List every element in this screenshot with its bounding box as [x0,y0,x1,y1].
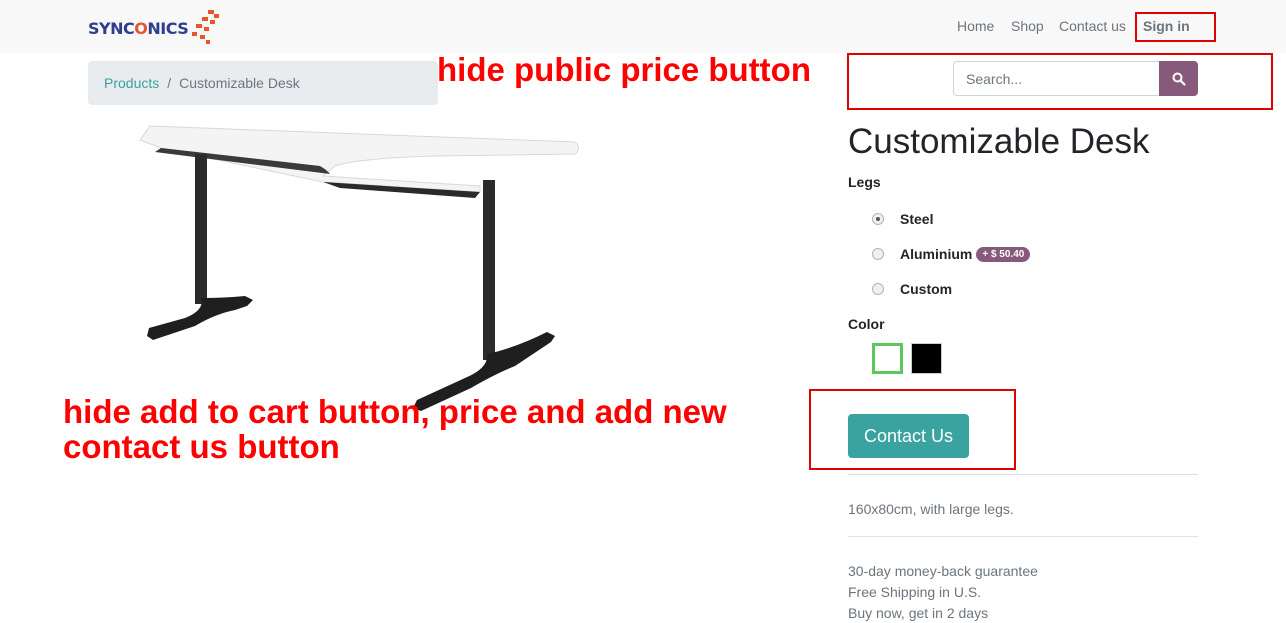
annotation-cart-note-1: hide add to cart button, price and add n… [63,393,727,430]
breadcrumb-products-link[interactable]: Products [104,75,159,91]
product-title: Customizable Desk [848,122,1150,161]
nav-shop[interactable]: Shop [1011,18,1044,34]
annotation-price-note: hide public price button [437,51,811,88]
nav-home[interactable]: Home [957,18,994,34]
annotation-box-search [847,53,1273,110]
legs-label: Legs [848,174,881,190]
top-navbar: SYNCONICS Home Shop Contact us Sign in [0,0,1286,53]
logo-dots-icon [192,10,219,44]
synconics-logo[interactable]: SYNCONICS [88,10,223,46]
divider [848,474,1198,475]
legs-option-custom[interactable]: Custom [872,279,952,299]
legs-option-steel[interactable]: Steel [872,209,933,229]
radio-icon[interactable] [872,248,884,260]
radio-icon[interactable] [872,283,884,295]
breadcrumb-current: Customizable Desk [179,75,300,91]
product-image-desk [139,125,579,411]
color-label: Color [848,316,885,332]
perk-guarantee: 30-day money-back guarantee [848,563,1038,579]
legs-option-aluminium[interactable]: Aluminium + $ 50.40 [872,244,1031,264]
divider [848,536,1198,537]
nav-contact-us[interactable]: Contact us [1059,18,1126,34]
color-swatch-white[interactable] [872,343,903,374]
breadcrumb: Products / Customizable Desk [88,61,438,105]
perk-shipping: Free Shipping in U.S. [848,584,982,600]
annotation-box-signin [1135,12,1216,42]
radio-selected-icon[interactable] [872,213,884,225]
breadcrumb-separator: / [167,75,172,91]
annotation-cart-note-2: contact us button [63,428,340,465]
price-extra-badge: + $ 50.40 [976,246,1031,262]
perk-delivery: Buy now, get in 2 days [848,605,989,621]
color-swatch-black[interactable] [911,343,942,374]
product-description: 160x80cm, with large legs. [848,501,1014,517]
annotation-box-contact [809,389,1016,470]
